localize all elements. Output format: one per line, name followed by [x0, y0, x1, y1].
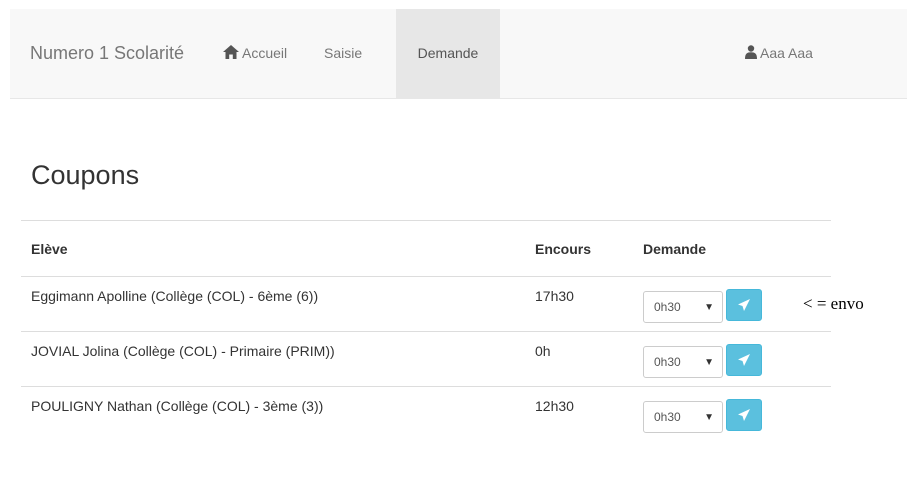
table-header-row: Elève Encours Demande [21, 220, 831, 277]
table-row: Eggimann Apolline (Collège (COL) - 6ème … [21, 276, 831, 332]
send-icon [738, 409, 750, 421]
cell-eleve: JOVIAL Jolina (Collège (COL) - Primaire … [21, 331, 525, 387]
send-icon [738, 299, 750, 311]
navbar: Numero 1 Scolarité Accueil Saisie Demand… [10, 9, 907, 99]
home-icon [223, 45, 239, 59]
send-button[interactable] [726, 399, 762, 431]
cell-demande: 0h30 ▼ [633, 386, 831, 442]
demande-select-value: 0h30 [654, 300, 681, 314]
cell-eleve: Eggimann Apolline (Collège (COL) - 6ème … [21, 276, 525, 332]
cell-encours: 12h30 [525, 386, 633, 442]
send-icon [738, 354, 750, 366]
table-row: JOVIAL Jolina (Collège (COL) - Primaire … [21, 331, 831, 387]
demande-select-value: 0h30 [654, 355, 681, 369]
cell-encours: 17h30 [525, 276, 633, 332]
nav-accueil-label: Accueil [242, 45, 288, 61]
demande-controls: 0h30 ▼ [643, 398, 762, 433]
annotation-note: < = envo [803, 294, 864, 313]
send-button[interactable] [726, 344, 762, 376]
user-name: Aaa Aaa [760, 45, 813, 61]
cell-demande: 0h30 ▼ [633, 276, 831, 332]
cell-eleve: POULIGNY Nathan (Collège (COL) - 3ème (3… [21, 386, 525, 442]
nav-demande[interactable]: Demande [396, 9, 500, 98]
demande-select[interactable]: 0h30 ▼ [643, 291, 723, 323]
brand-link[interactable]: Numero 1 Scolarité [30, 9, 184, 98]
column-header-eleve: Elève [21, 220, 525, 277]
cell-demande: 0h30 ▼ [633, 331, 831, 387]
cell-encours: 0h [525, 331, 633, 387]
nav-saisie[interactable]: Saisie [324, 9, 382, 98]
demande-select[interactable]: 0h30 ▼ [643, 401, 723, 433]
page-title: Coupons [31, 160, 140, 190]
demande-controls: 0h30 ▼ [643, 288, 762, 323]
coupons-table: Elève Encours Demande Eggimann Apolline … [21, 220, 831, 442]
demande-select[interactable]: 0h30 ▼ [643, 346, 723, 378]
caret-down-icon: ▼ [704, 356, 714, 368]
user-icon [745, 45, 757, 59]
user-menu[interactable]: Aaa Aaa [745, 9, 813, 98]
caret-down-icon: ▼ [704, 411, 714, 423]
column-header-demande: Demande [633, 220, 831, 277]
table-row: POULIGNY Nathan (Collège (COL) - 3ème (3… [21, 386, 831, 442]
nav-accueil[interactable]: Accueil [223, 9, 308, 98]
column-header-encours: Encours [525, 220, 633, 277]
demande-controls: 0h30 ▼ [643, 343, 762, 378]
send-button[interactable] [726, 289, 762, 321]
caret-down-icon: ▼ [704, 301, 714, 313]
demande-select-value: 0h30 [654, 410, 681, 424]
